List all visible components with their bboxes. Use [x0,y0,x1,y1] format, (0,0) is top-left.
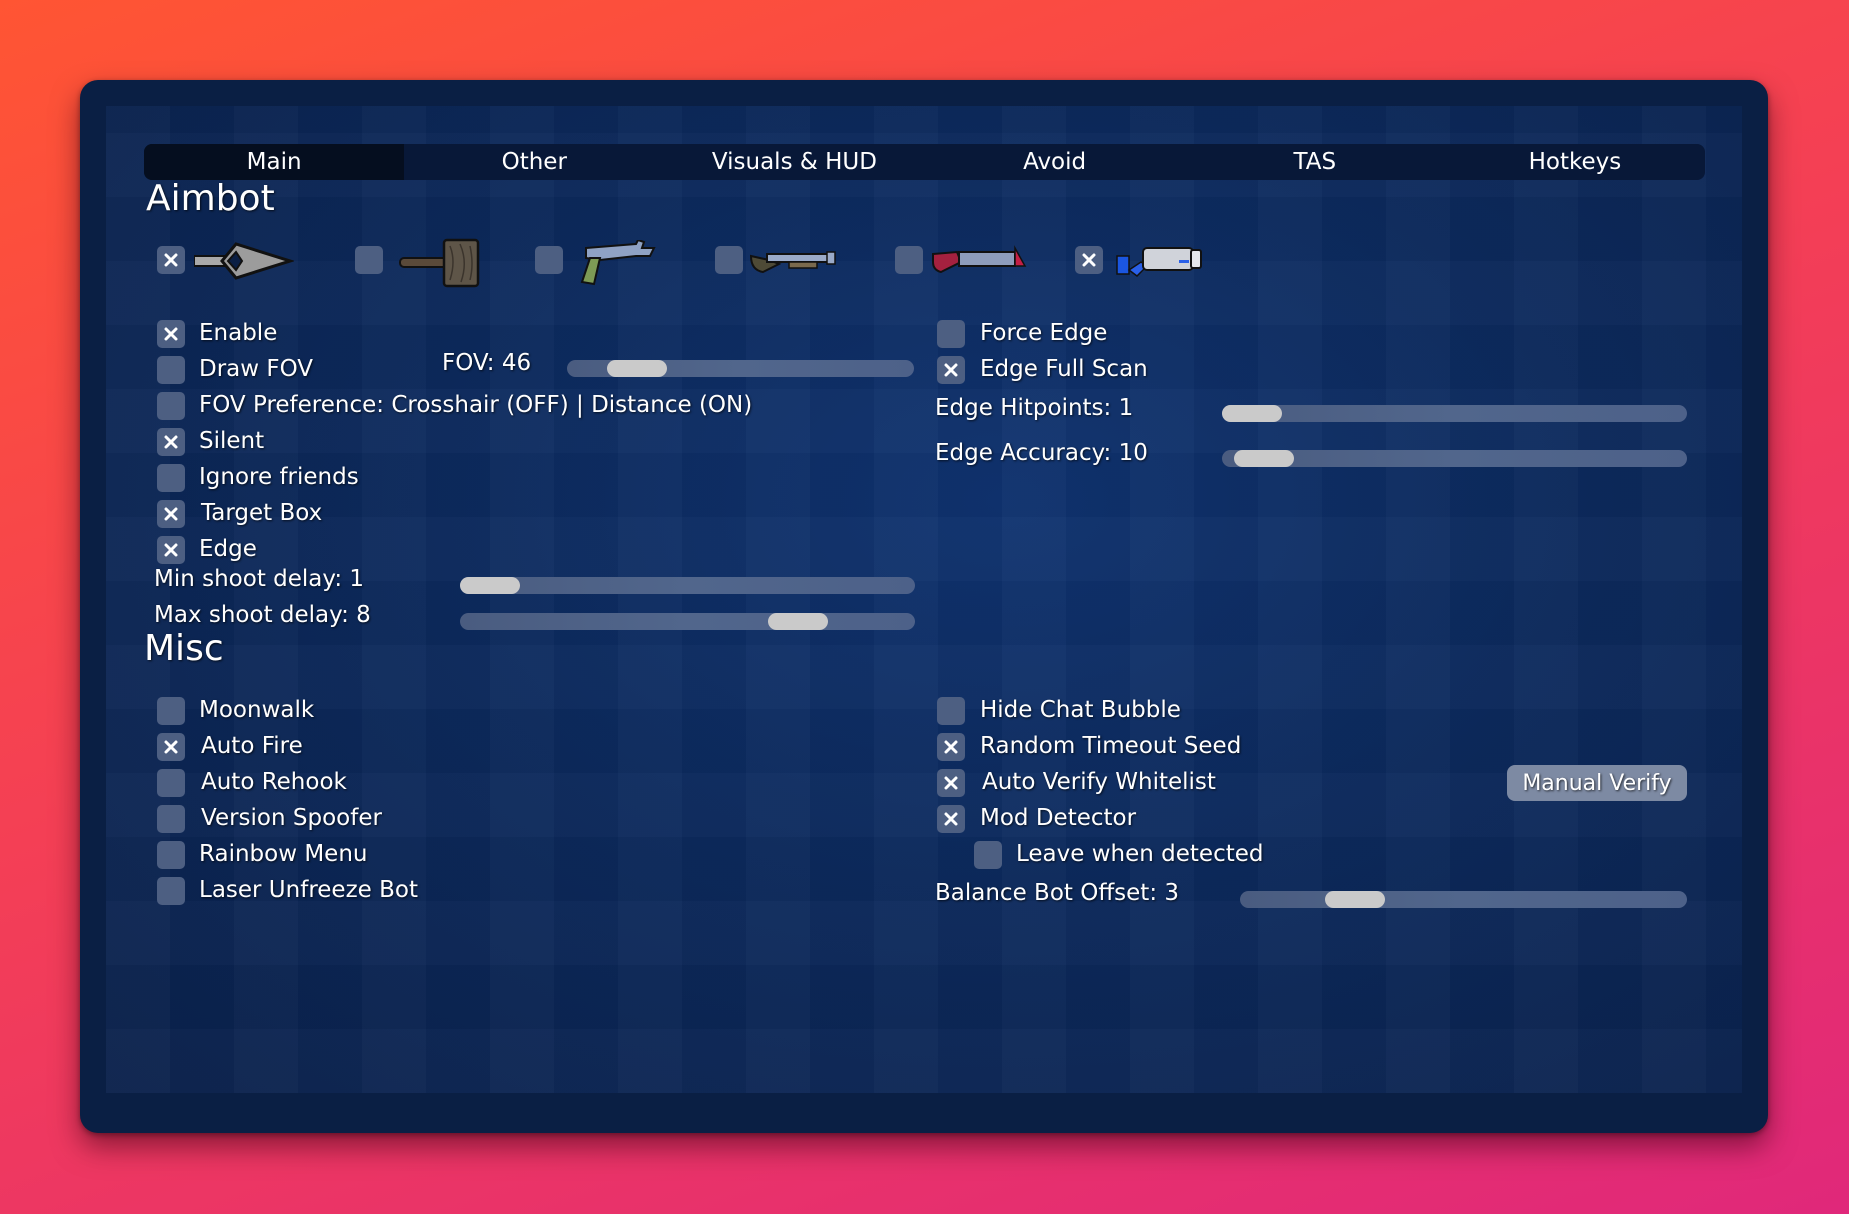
auto-fire-label: Auto Fire [201,733,303,759]
target-box-label: Target Box [201,500,323,526]
balance-bot-offset-thumb[interactable] [1325,891,1386,908]
hammer-icon [399,238,480,288]
max-shoot-delay-thumb[interactable] [768,613,829,630]
checkmark-x-icon [944,740,958,754]
balance-bot-offset-label: Balance Bot Offset: 3 [935,880,1180,906]
hide-chat-bubble-checkbox[interactable] [937,697,965,725]
edge-label: Edge [199,536,257,562]
auto-verify-whitelist-label: Auto Verify Whitelist [982,769,1216,795]
enable-label: Enable [199,320,278,346]
weapon-checkbox-shotgun[interactable] [715,246,743,274]
laser-unfreeze-bot-label: Laser Unfreeze Bot [199,877,418,903]
fov-preference-checkbox[interactable] [157,392,185,420]
ignore-friends-label: Ignore friends [199,464,359,490]
version-spoofer-checkbox[interactable] [157,805,185,833]
checkmark-x-icon [944,776,958,790]
edge-hitpoints-thumb[interactable] [1222,405,1282,422]
random-timeout-seed-label: Random Timeout Seed [980,733,1242,759]
leave-when-detected-label: Leave when detected [1016,841,1264,867]
weapon-checkbox-pistol[interactable] [535,246,563,274]
auto-fire-checkbox[interactable] [157,733,185,761]
rainbow-menu-label: Rainbow Menu [199,841,368,867]
min-shoot-delay-label: Min shoot delay: 1 [154,566,365,592]
laser-rifle-icon [1116,247,1202,277]
checkmark-x-icon [1082,253,1096,267]
grenade-launcher-icon [932,245,1027,274]
random-timeout-seed-checkbox[interactable] [937,733,965,761]
moonwalk-label: Moonwalk [199,697,315,723]
force-edge-label: Force Edge [980,320,1108,346]
auto-rehook-checkbox[interactable] [157,769,185,797]
max-shoot-delay-label: Max shoot delay: 8 [154,602,371,628]
auto-verify-whitelist-checkbox[interactable] [937,769,965,797]
checkmark-x-icon [164,253,178,267]
checkmark-x-icon [164,435,178,449]
ignore-friends-checkbox[interactable] [157,464,185,492]
silent-checkbox[interactable] [157,428,185,456]
settings-content-area [106,106,1742,1093]
tab-other[interactable]: Other [404,144,664,180]
mod-detector-label: Mod Detector [980,805,1137,831]
moonwalk-checkbox[interactable] [157,697,185,725]
tab-bar: Main Other Visuals & HUD Avoid TAS Hotke… [144,144,1705,180]
edge-hitpoints-label: Edge Hitpoints: 1 [935,395,1134,421]
draw-fov-label: Draw FOV [199,356,314,382]
edge-checkbox[interactable] [157,536,185,564]
force-edge-checkbox[interactable] [937,320,965,348]
weapon-checkbox-hammer[interactable] [355,246,383,274]
mod-detector-checkbox[interactable] [937,805,965,833]
enable-checkbox[interactable] [157,320,185,348]
misc-heading: Misc [144,628,224,669]
rainbow-menu-checkbox[interactable] [157,841,185,869]
fov-slider-thumb[interactable] [607,360,668,377]
checkmark-x-icon [164,507,178,521]
edge-full-scan-label: Edge Full Scan [980,356,1148,382]
aimbot-heading: Aimbot [146,178,275,219]
version-spoofer-label: Version Spoofer [201,805,382,831]
checkmark-x-icon [164,740,178,754]
tab-visuals-hud[interactable]: Visuals & HUD [664,144,924,180]
fov-preference-label: FOV Preference: Crosshair (OFF) | Distan… [199,392,753,418]
laser-unfreeze-bot-checkbox[interactable] [157,877,185,905]
pistol-icon [580,240,656,286]
checkmark-x-icon [164,327,178,341]
checkmark-x-icon [944,812,958,826]
edge-accuracy-slider[interactable] [1222,450,1687,467]
checkmark-x-icon [944,363,958,377]
fov-slider-label: FOV: 46 [442,350,532,376]
tab-avoid[interactable]: Avoid [925,144,1185,180]
edge-accuracy-thumb[interactable] [1234,450,1295,467]
weapon-checkbox-spear[interactable] [157,246,185,274]
edge-accuracy-label: Edge Accuracy: 10 [935,440,1148,466]
fov-slider[interactable] [567,360,914,377]
shotgun-icon [749,251,836,274]
weapon-checkbox-grenade-launcher[interactable] [895,246,923,274]
edge-full-scan-checkbox[interactable] [937,356,965,384]
tab-hotkeys[interactable]: Hotkeys [1445,144,1705,180]
draw-fov-checkbox[interactable] [157,356,185,384]
min-shoot-delay-thumb[interactable] [460,577,520,594]
tab-main[interactable]: Main [144,144,405,180]
edge-hitpoints-slider[interactable] [1222,405,1687,422]
spear-icon [194,242,294,280]
silent-label: Silent [199,428,265,454]
weapon-checkbox-laser-rifle[interactable] [1075,246,1103,274]
auto-rehook-label: Auto Rehook [201,769,347,795]
tab-tas[interactable]: TAS [1185,144,1445,180]
target-box-checkbox[interactable] [157,500,185,528]
balance-bot-offset-slider[interactable] [1240,891,1687,908]
manual-verify-button[interactable]: Manual Verify [1507,765,1687,801]
hide-chat-bubble-label: Hide Chat Bubble [980,697,1181,723]
max-shoot-delay-slider[interactable] [460,613,915,630]
min-shoot-delay-slider[interactable] [460,577,915,594]
checkmark-x-icon [164,543,178,557]
leave-when-detected-checkbox[interactable] [974,841,1002,869]
